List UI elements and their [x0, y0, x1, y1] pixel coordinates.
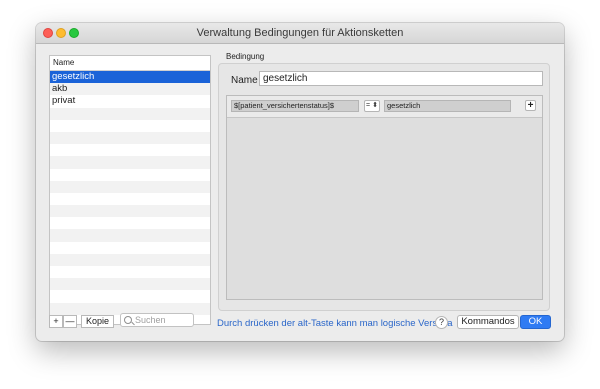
remove-condition-button[interactable]: —: [63, 315, 77, 328]
list-row-empty: [50, 217, 210, 229]
operator-select[interactable]: = ⬍: [364, 100, 380, 112]
list-row-empty: [50, 229, 210, 242]
dialog-window: Verwaltung Bedingungen für Aktionsketten…: [36, 23, 564, 341]
list-row-empty: [50, 144, 210, 156]
list-item[interactable]: privat: [50, 95, 210, 107]
list-row-empty: [50, 290, 210, 302]
help-button[interactable]: ?: [435, 316, 448, 329]
list-header-name[interactable]: Name: [50, 56, 210, 71]
copy-condition-button[interactable]: Kopie: [81, 315, 114, 328]
ok-button[interactable]: OK: [520, 315, 551, 329]
title-bar: Verwaltung Bedingungen für Aktionsketten: [36, 23, 564, 44]
list-item[interactable]: akb: [50, 83, 210, 96]
kommandos-button[interactable]: Kommandos: [457, 315, 519, 329]
add-condition-button[interactable]: +: [49, 315, 63, 328]
condition-group-label: Bedingung: [226, 52, 265, 61]
list-row-empty: [50, 120, 210, 132]
condition-value-field[interactable]: gesetzlich: [384, 100, 511, 112]
search-icon: [124, 316, 132, 324]
list-row-empty: [50, 278, 210, 291]
conditions-list[interactable]: Name gesetzlich akb privat: [49, 55, 211, 325]
list-row-empty: [50, 205, 210, 218]
list-row-empty: [50, 131, 210, 145]
window-title: Verwaltung Bedingungen für Aktionsketten: [196, 27, 404, 39]
list-row-empty: [50, 266, 210, 278]
list-item[interactable]: gesetzlich: [50, 71, 210, 84]
list-rows: gesetzlich akb privat: [50, 71, 210, 324]
list-row-empty: [50, 180, 210, 193]
name-label: Name: [231, 75, 258, 86]
condition-row: $[patient_versichertenstatus]$ = ⬍ geset…: [227, 96, 542, 118]
list-row-empty: [50, 107, 210, 120]
list-row-empty: [50, 169, 210, 181]
search-input[interactable]: Suchen: [120, 313, 194, 327]
hint-text: Durch drücken der alt-Taste kann man log…: [217, 318, 453, 329]
add-row-button[interactable]: +: [525, 100, 536, 111]
condition-variable-field[interactable]: $[patient_versichertenstatus]$: [231, 100, 359, 112]
search-placeholder: Suchen: [135, 315, 166, 325]
condition-name-field[interactable]: gesetzlich: [259, 71, 543, 86]
list-row-empty: [50, 253, 210, 266]
list-row-empty: [50, 193, 210, 205]
condition-rows-area: $[patient_versichertenstatus]$ = ⬍ geset…: [226, 95, 543, 300]
list-row-empty: [50, 156, 210, 169]
list-row-empty: [50, 242, 210, 254]
up-down-chevron-icon: ⬍: [370, 102, 378, 109]
